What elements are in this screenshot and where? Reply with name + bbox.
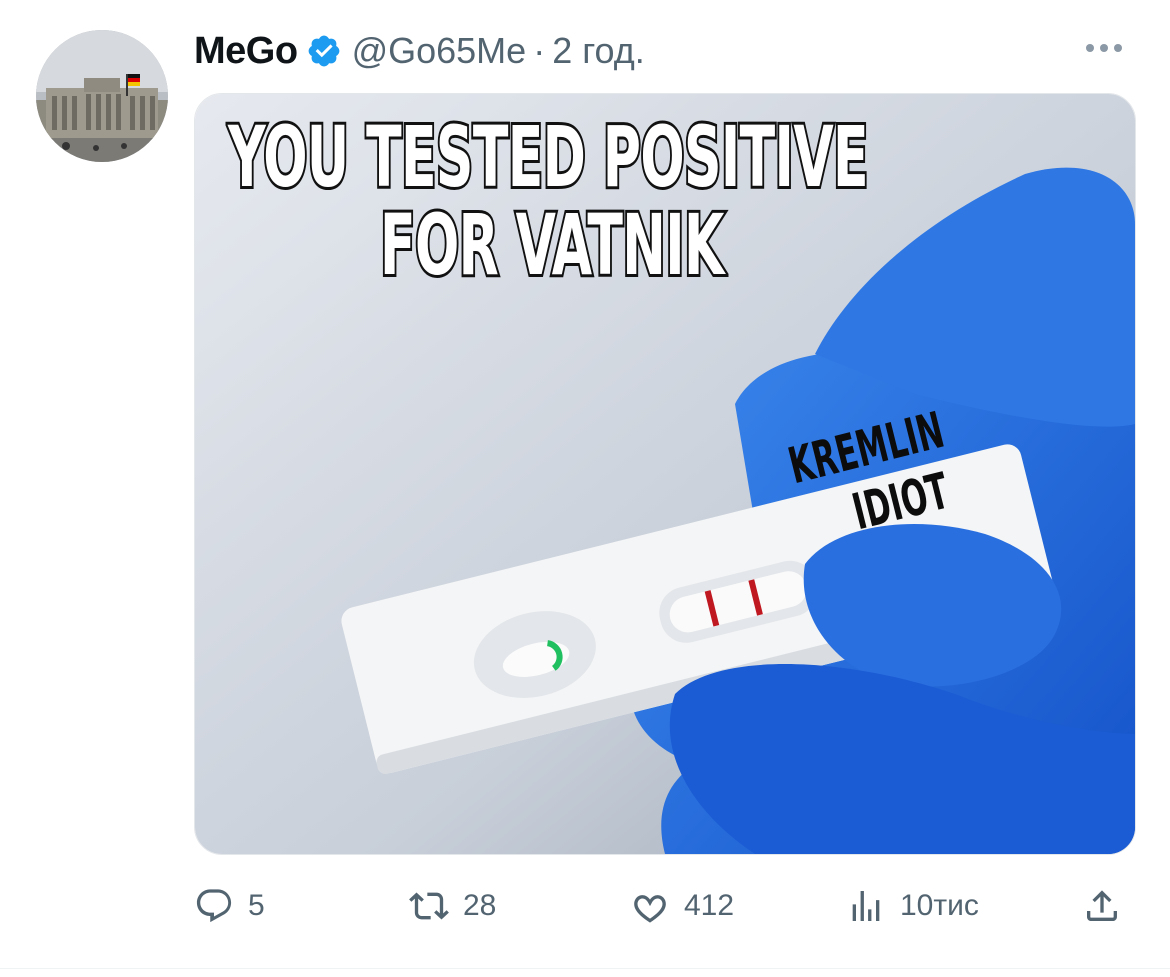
- heart-icon: [634, 895, 666, 923]
- meme-headline-line2: FOR VATNIK: [378, 193, 726, 297]
- ellipsis-icon: [1086, 44, 1122, 52]
- retweet-button[interactable]: 28: [409, 878, 496, 934]
- share-button[interactable]: [1082, 878, 1122, 934]
- avatar-image: [36, 30, 168, 162]
- verified-badge-icon[interactable]: [306, 33, 342, 69]
- retweet-arrows-icon: [409, 892, 449, 920]
- author-name[interactable]: MeGo: [194, 30, 298, 73]
- reply-count: 5: [248, 889, 265, 922]
- author-handle[interactable]: @Go65Me: [352, 30, 527, 72]
- upload-icon: [1087, 890, 1117, 921]
- author-avatar[interactable]: [36, 30, 168, 162]
- like-button[interactable]: 412: [630, 878, 734, 934]
- tweet-divider: [0, 968, 1170, 969]
- speech-bubble-icon: [196, 889, 232, 923]
- separator-dot: ·: [533, 30, 546, 71]
- tweet-timestamp[interactable]: 2 год.: [552, 30, 645, 72]
- tweet-media-image[interactable]: YOU TESTED POSITIVE FOR VATNIK KREMLIN I…: [194, 93, 1136, 855]
- retweet-count: 28: [463, 889, 497, 922]
- views-count: 10тис: [900, 889, 979, 922]
- more-options-button[interactable]: [1082, 34, 1126, 62]
- views-button[interactable]: 10тис: [846, 878, 979, 934]
- like-count: 412: [684, 889, 735, 922]
- meme-headline-line1: YOU TESTED POSITIVE: [226, 105, 870, 209]
- tweet-actions-bar: 5 28 412 10тис: [194, 878, 1140, 934]
- reply-button[interactable]: 5: [194, 878, 265, 934]
- bar-chart-icon: [852, 891, 880, 921]
- tweet-header: MeGo @Go65Me · 2 год.: [194, 24, 645, 78]
